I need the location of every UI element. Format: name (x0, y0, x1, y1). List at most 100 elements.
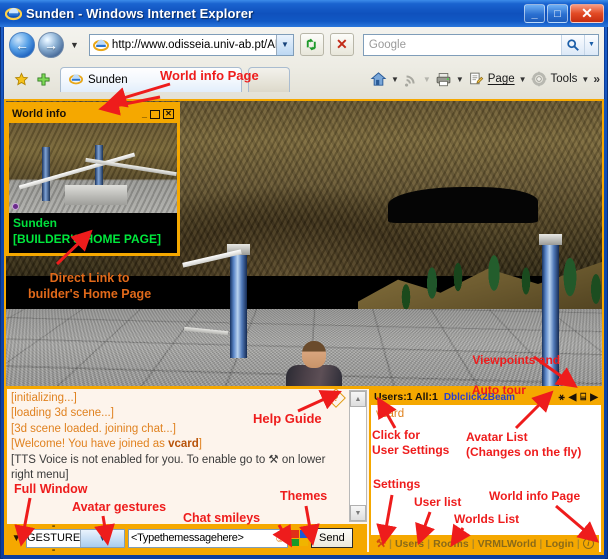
title-bar: Sunden - Windows Internet Explorer _ □ ✕ (0, 0, 608, 27)
home-dropdown-icon[interactable]: ▼ (391, 75, 399, 84)
message-placeholder: <Typethemessagehere> (131, 532, 244, 544)
annotation-click-user-settings: Click for User Settings (372, 428, 450, 457)
chat-username: vcard (168, 438, 199, 451)
chevron-down-icon[interactable]: ▼ (80, 529, 124, 547)
print-dropdown-icon[interactable]: ▼ (456, 75, 464, 84)
footer-vrmlworld-link[interactable]: VRMLWorld (478, 538, 537, 550)
annotation-worlds-list: Worlds List (454, 512, 520, 526)
footer-separator: | (539, 537, 543, 550)
search-dropdown-icon[interactable]: ▼ (584, 34, 598, 55)
viewpoint-next-icon[interactable]: ▶ (590, 392, 598, 403)
viewpoint-list-icon[interactable]: ⌸ (580, 392, 586, 403)
refresh-icon[interactable] (299, 33, 324, 56)
favorites-star-icon[interactable] (10, 66, 32, 92)
user-counter: Users:1 All:1 (374, 391, 438, 403)
gesture-select[interactable]: - GESTURE - ▼ (26, 520, 125, 552)
tab-favicon-icon (69, 72, 83, 89)
toolbar-overflow-icon[interactable]: » (591, 72, 600, 86)
minimize-button[interactable]: _ (524, 4, 545, 23)
world-name: Sunden (13, 216, 57, 230)
tools-dropdown-icon[interactable]: ▼ (581, 75, 589, 84)
send-button[interactable]: Send (311, 528, 353, 548)
page-icon (469, 72, 484, 85)
annotation-avatar-list: Avatar List (Changes on the fly) (466, 430, 582, 459)
page-menu-button[interactable]: Page (466, 71, 517, 87)
world-info-maximize-icon[interactable] (150, 109, 160, 119)
add-favorite-icon[interactable] (32, 66, 54, 92)
page-menu-label: Page (487, 73, 515, 85)
maximize-button[interactable]: □ (547, 4, 568, 23)
search-icon[interactable] (561, 34, 584, 55)
settings-icon[interactable]: ⚒ (376, 537, 386, 550)
chat-line: [TTS Voice is not enabled for you. To en… (11, 453, 326, 482)
home-icon[interactable] (368, 71, 389, 88)
tab-row: Sunden ▼ ▼ ▼ Page ▼ Tools ▼ » (4, 62, 604, 92)
ie-browser-window: Sunden - Windows Internet Explorer _ □ ✕… (0, 0, 608, 559)
user-avatar[interactable] (278, 341, 350, 386)
annotation-help-guide: Help Guide (253, 411, 322, 426)
viewpoint-prev-icon[interactable]: ◀ (569, 392, 577, 403)
footer-login-link[interactable]: Login (545, 538, 574, 550)
annotation-viewpoints-line1: Viewpoints and (472, 353, 561, 367)
tab-label: Sunden (88, 74, 128, 86)
tools-menu-button[interactable]: Tools (529, 71, 580, 87)
annotation-viewpoints-line2: Auto tour (471, 383, 526, 397)
chat-log: [initializing...] [loading 3d scene...] … (11, 391, 347, 483)
command-bar: ▼ ▼ ▼ Page ▼ Tools ▼ » (368, 66, 604, 92)
page-favicon-icon (92, 37, 109, 53)
forward-button[interactable]: → (38, 31, 64, 58)
navigation-row: ← → ▼ http://www.odisseia.univ-ab.pt/ABN… (4, 27, 604, 62)
feeds-dropdown-icon: ▼ (422, 74, 431, 84)
annotation-themes: Themes (280, 489, 328, 503)
window-title: Sunden - Windows Internet Explorer (26, 6, 254, 21)
footer-users-link[interactable]: Users (395, 538, 424, 550)
world-info-close-icon[interactable]: ✕ (163, 109, 174, 119)
message-input[interactable]: <Typethemessagehere> ☺ (128, 528, 288, 548)
close-button[interactable]: ✕ (570, 4, 604, 23)
annotation-viewpoints-auto-tour: Viewpoints and Auto tour (459, 338, 560, 413)
scroll-down-icon[interactable]: ▼ (350, 505, 366, 521)
user-panel-footer: ⚒ | Users | Rooms | VRMLWorld | Login | … (371, 535, 599, 552)
footer-separator: | (427, 537, 431, 550)
footer-separator: | (576, 537, 580, 550)
annotation-direct-link: Direct Link to builder's Home Page (28, 271, 152, 301)
address-bar-text: http://www.odisseia.univ-ab.pt/ABN (111, 38, 276, 51)
chat-line: [Welcome! You have joined as vcard] (11, 438, 202, 451)
scroll-up-icon[interactable]: ▲ (350, 391, 366, 407)
annotation-avatar-gestures: Avatar gestures (72, 500, 167, 514)
gesture-select-value: - GESTURE - (27, 520, 81, 555)
search-box[interactable]: Google ▼ (362, 33, 599, 56)
builder-home-page-link[interactable]: [BUILDER'S HOME PAGE] (13, 231, 173, 247)
print-icon[interactable] (433, 71, 454, 88)
stop-icon[interactable]: ✕ (329, 33, 354, 56)
scene-pillar-left (227, 244, 250, 358)
full-window-toggle-icon[interactable]: ▼ (10, 533, 23, 544)
chat-input-bar: ▼ - GESTURE - ▼ <Typethemessagehere> ☺ S… (7, 520, 367, 552)
tools-menu-label: Tools (550, 73, 578, 85)
footer-rooms-link[interactable]: Rooms (433, 538, 469, 550)
world-info-controls: _ ✕ (142, 109, 174, 119)
world-info-thumbnail[interactable] (9, 123, 177, 213)
address-dropdown-icon[interactable]: ▼ (275, 34, 293, 55)
world-info-marker-icon (12, 203, 19, 210)
chat-scrollbar[interactable]: ▲ ▼ (349, 390, 367, 522)
world-info-page-icon[interactable]: i (582, 538, 594, 549)
internet-explorer-icon (4, 5, 23, 22)
world-info-title: World info (12, 108, 67, 120)
world-info-minimize-icon[interactable]: _ (142, 109, 147, 119)
page-dropdown-icon[interactable]: ▼ (519, 75, 527, 84)
back-button[interactable]: ← (9, 31, 35, 58)
themes-icon[interactable] (291, 530, 308, 546)
chat-line: [initializing...] (11, 392, 77, 404)
gear-icon (531, 71, 546, 87)
world-info-panel[interactable]: World info _ ✕ Sunden [BUILDER'S HOME PA… (6, 102, 180, 256)
search-input[interactable]: Google (364, 39, 561, 51)
annotation-settings: Settings (373, 477, 421, 491)
smiley-icon[interactable]: ☺ (274, 531, 286, 545)
history-dropdown-icon[interactable]: ▼ (67, 40, 82, 50)
annotation-world-info-page-top: World info Page (160, 68, 259, 83)
footer-separator: | (389, 537, 392, 550)
address-bar[interactable]: http://www.odisseia.univ-ab.pt/ABN ▼ (88, 33, 294, 56)
status-bar (3, 555, 605, 559)
window-controls: _ □ ✕ (524, 4, 608, 23)
